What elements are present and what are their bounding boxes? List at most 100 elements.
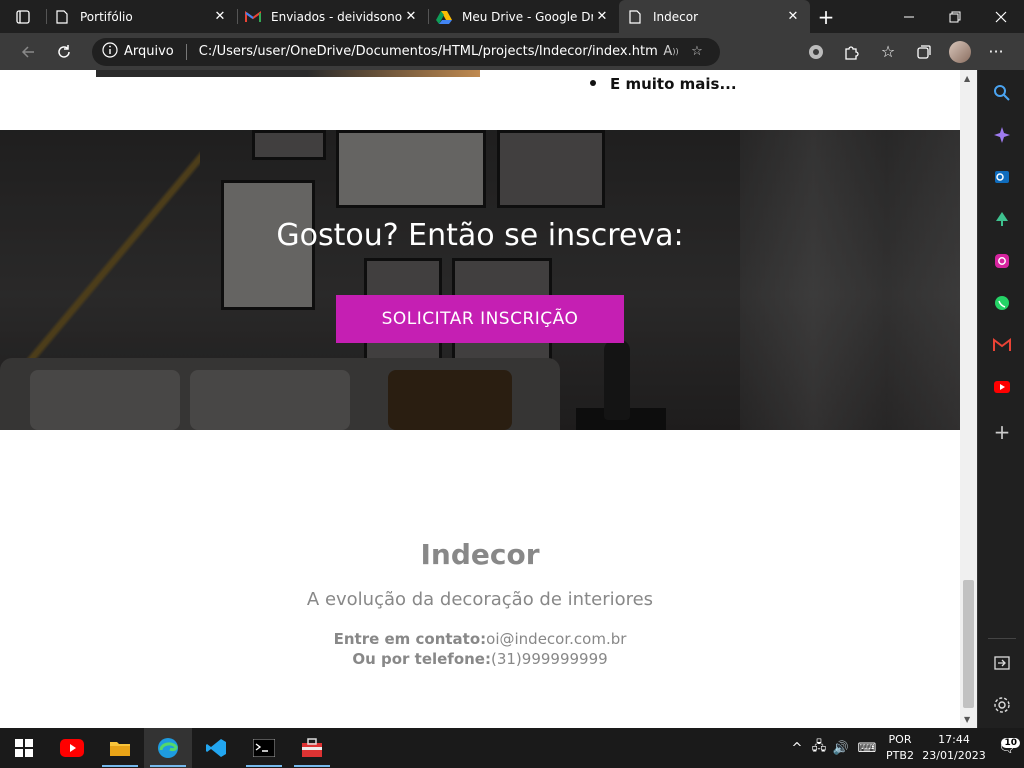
toolbox-icon [302,738,322,757]
taskbar-file-explorer[interactable] [96,728,144,768]
footer-phone: Ou por telefone:(31)999999999 [0,650,960,668]
tab-portifolio[interactable]: Portifólio ✕ [46,0,237,33]
scroll-up-icon[interactable]: ▲ [964,74,970,83]
close-icon[interactable]: ✕ [784,8,802,26]
windows-logo-icon [15,739,33,757]
restore-icon [949,11,961,22]
add-favorite-icon[interactable]: ☆ [684,44,710,59]
search-icon[interactable] [990,81,1014,105]
google-drive-icon [436,9,452,25]
browser-toolbar: Arquivo C:/Users/user/OneDrive/Documento… [0,33,1024,70]
extension-button[interactable] [798,34,834,70]
collections-icon [917,44,931,59]
collections-button[interactable] [906,34,942,70]
extensions-button[interactable] [834,34,870,70]
divider [185,43,187,60]
chevron-up-icon[interactable]: ^ [786,741,808,756]
close-icon[interactable]: ✕ [211,8,229,26]
sidebar-settings-icon[interactable] [990,693,1014,717]
page-icon [627,9,643,25]
tab-gmail[interactable]: Enviados - deividsonorr ✕ [237,0,428,33]
list-item-text: E muito mais... [610,75,737,93]
copilot-sparkle-icon[interactable] [990,123,1014,147]
contact-email: oi@indecor.com.br [486,630,627,648]
input-language[interactable]: POR PTB2 [882,732,918,764]
profile-button[interactable] [942,34,978,70]
whatsapp-icon[interactable] [990,291,1014,315]
bullet-dot [590,79,596,86]
outlook-icon[interactable] [990,165,1014,189]
tab-indecor[interactable]: Indecor ✕ [619,0,810,33]
gmail-icon[interactable] [990,333,1014,357]
phone-number: (31)999999999 [490,650,608,668]
terminal-icon [253,739,275,757]
edge-icon [158,738,178,758]
gmail-icon [245,9,261,25]
section-image [96,70,480,77]
edge-sidebar: + [977,70,1024,728]
phone-label: Ou por telefone: [352,650,491,668]
windows-taskbar: ^ 🖧 🔊 ⌨ POR PTB2 17:44 23/01/2023 🗨 10 [0,728,1024,768]
language-code: POR [888,733,912,746]
tab-actions-button[interactable] [0,0,46,33]
close-window-button[interactable] [978,0,1024,33]
taskbar-youtube[interactable] [48,728,96,768]
keyboard-layout: PTB2 [886,749,914,762]
refresh-button[interactable] [46,34,82,70]
page-icon [54,9,70,25]
notification-count: 10 [1001,738,1020,748]
favorites-icon: ☆ [880,42,896,61]
refresh-icon [58,44,70,58]
close-icon[interactable]: ✕ [593,8,611,26]
new-tab-button[interactable]: + [810,0,842,33]
subscribe-section: Gostou? Então se inscreva: SOLICITAR INS… [0,130,960,430]
read-aloud-icon[interactable]: A)) [658,44,684,59]
clock[interactable]: 17:44 23/01/2023 [918,732,990,764]
tab-title: Meu Drive - Google Driv [462,9,593,24]
footer-tagline: A evolução da decoração de interiores [306,589,654,610]
hide-sidebar-icon[interactable] [990,651,1014,675]
back-button[interactable] [10,34,46,70]
instagram-icon[interactable] [990,249,1014,273]
plus-icon: + [817,4,835,29]
url-text[interactable]: C:/Users/user/OneDrive/Documentos/HTML/p… [199,44,658,59]
network-icon[interactable]: 🖧 [808,737,830,759]
request-subscription-button[interactable]: SOLICITAR INSCRIÇÃO [336,295,624,343]
drop-tree-icon[interactable] [990,207,1014,231]
close-icon[interactable]: ✕ [402,8,420,26]
site-info-label: Arquivo [124,44,174,59]
info-icon[interactable] [102,41,118,62]
youtube-icon [60,739,84,757]
restore-button[interactable] [932,0,978,33]
notification-center-button[interactable]: 🗨 10 [990,738,1024,756]
tab-actions-icon [16,9,30,24]
tab-title: Enviados - deividsonorr [271,9,402,24]
clock-date: 23/01/2023 [922,749,986,762]
avatar [949,40,971,63]
taskbar-app[interactable] [288,728,336,768]
page-scrollbar[interactable]: ▲ ▼ [960,70,977,728]
minimize-button[interactable] [886,0,932,33]
favorites-button[interactable]: ☆ [870,34,906,70]
dark-overlay [0,130,960,430]
footer-brand: Indecor [420,538,540,571]
add-sidebar-app-icon[interactable]: + [990,420,1014,444]
volume-icon[interactable]: 🔊 [830,741,852,756]
taskbar-edge[interactable] [144,728,192,768]
tab-google-drive[interactable]: Meu Drive - Google Driv ✕ [428,0,619,33]
taskbar-terminal[interactable] [240,728,288,768]
subscribe-heading: Gostou? Então se inscreva: [276,218,684,253]
scrollbar-thumb[interactable] [963,580,974,708]
system-tray: ^ 🖧 🔊 ⌨ POR PTB2 17:44 23/01/2023 🗨 10 [786,728,1024,768]
back-arrow-icon [21,45,34,58]
youtube-icon[interactable] [990,375,1014,399]
settings-more-button[interactable]: ··· [978,34,1014,70]
taskbar-vscode[interactable] [192,728,240,768]
keyboard-icon[interactable]: ⌨ [852,741,882,756]
minimize-icon [904,16,914,17]
start-button[interactable] [0,728,48,768]
clock-time: 17:44 [938,733,970,746]
page-viewport: E muito mais... Gostou? Então se inscrev… [0,70,960,728]
address-bar[interactable]: Arquivo C:/Users/user/OneDrive/Documento… [92,37,720,66]
scroll-down-icon[interactable]: ▼ [964,715,970,724]
